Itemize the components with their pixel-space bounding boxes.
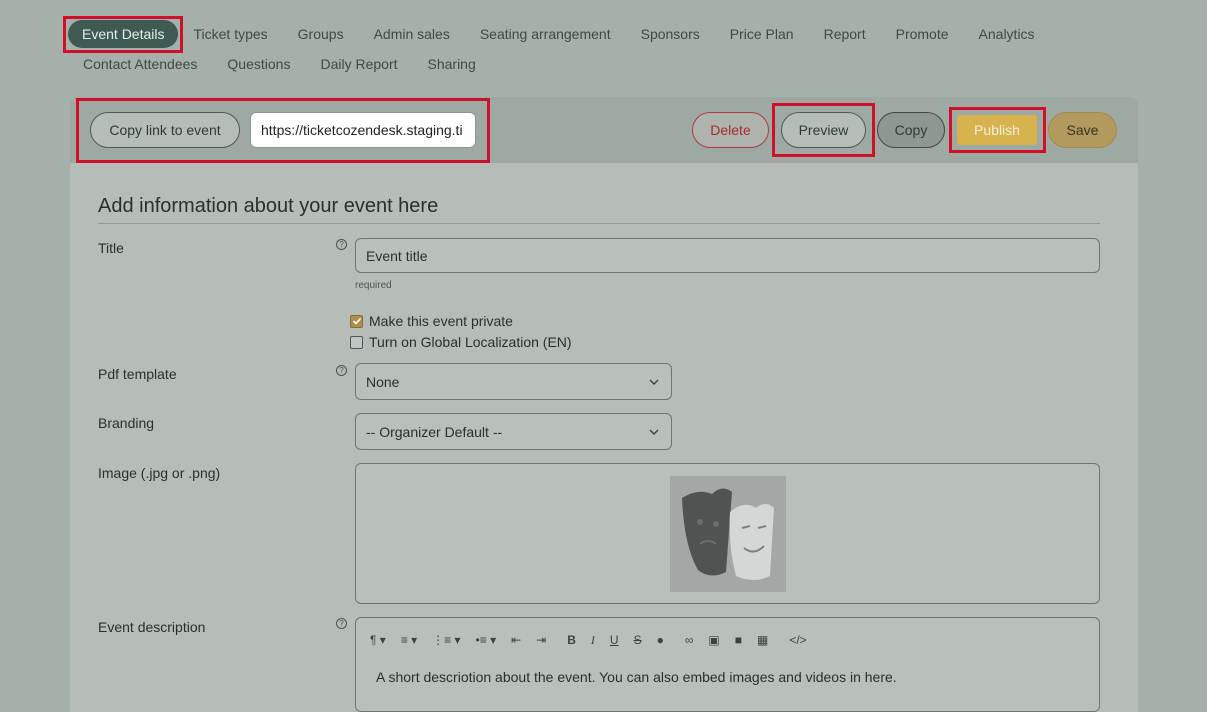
description-editor[interactable]: ¶ ▾ ≡ ▾ ⋮≡ ▾ •≡ ▾ ⇤ ⇥ B I U S ● ∞ ▣ ■ ▦ … [355,617,1100,712]
align-icon[interactable]: ≡ ▾ [401,633,417,647]
underline-icon[interactable]: U [610,633,619,647]
strikethrough-icon[interactable]: S [634,633,642,647]
tab-report[interactable]: Report [809,20,881,48]
title-label: Title [98,240,124,256]
tab-admin-sales[interactable]: Admin sales [359,20,465,48]
image-upload-area[interactable] [355,463,1100,604]
private-checkbox[interactable] [350,314,363,328]
event-form-panel: Copy link to event https://ticketcozende… [70,97,1138,712]
copy-link-button[interactable]: Copy link to event [90,112,240,148]
title-input[interactable]: Event title [355,238,1100,273]
paragraph-icon[interactable]: ¶ ▾ [370,633,386,647]
event-image-thumbnail [670,476,786,592]
tab-analytics[interactable]: Analytics [964,20,1050,48]
image-label: Image (.jpg or .png) [98,465,221,481]
event-nav: Event Details Ticket types Groups Admin … [68,19,1168,79]
indent-icon[interactable]: ⇥ [536,633,546,647]
nav-row-2: Contact Attendees Questions Daily Report… [68,49,1168,79]
branding-label: Branding [98,415,155,431]
localization-checkbox[interactable] [350,335,363,349]
code-icon[interactable]: </> [789,633,806,647]
title-help-icon[interactable]: ? [336,239,347,250]
tab-sponsors[interactable]: Sponsors [626,20,715,48]
ordered-list-icon[interactable]: ⋮≡ ▾ [432,633,460,647]
delete-button[interactable]: Delete [692,112,769,148]
private-checkbox-row[interactable]: Make this event private [350,313,513,329]
tab-daily-report[interactable]: Daily Report [305,50,412,78]
link-icon[interactable]: ∞ [685,633,694,647]
event-link-field[interactable]: https://ticketcozendesk.staging.ti [250,112,476,148]
preview-button[interactable]: Preview [781,112,866,148]
video-icon[interactable]: ■ [735,633,742,647]
publish-button[interactable]: Publish [957,115,1037,145]
outdent-icon[interactable]: ⇤ [511,633,521,647]
bold-icon[interactable]: B [567,633,576,647]
nav-row-1: Event Details Ticket types Groups Admin … [68,19,1168,49]
description-label: Event description [98,619,206,635]
unordered-list-icon[interactable]: •≡ ▾ [476,633,497,647]
check-icon [352,317,361,325]
tab-seating-arrangement[interactable]: Seating arrangement [465,20,626,48]
chevron-down-icon [649,429,659,435]
tab-ticket-types[interactable]: Ticket types [178,20,282,48]
tab-price-plan[interactable]: Price Plan [715,20,809,48]
italic-icon[interactable]: I [591,633,595,648]
tab-questions[interactable]: Questions [212,50,305,78]
editor-toolbar: ¶ ▾ ≡ ▾ ⋮≡ ▾ •≡ ▾ ⇤ ⇥ B I U S ● ∞ ▣ ■ ▦ … [370,630,822,650]
branding-select[interactable]: -- Organizer Default -- [355,413,672,450]
image-icon[interactable]: ▣ [708,633,719,647]
localization-checkbox-row[interactable]: Turn on Global Localization (EN) [350,334,572,350]
tab-sharing[interactable]: Sharing [413,50,491,78]
tab-contact-attendees[interactable]: Contact Attendees [68,50,212,78]
private-label: Make this event private [369,313,513,329]
section-title: Add information about your event here [98,195,1100,224]
description-help-icon[interactable]: ? [336,618,347,629]
description-text: A short descriotion about the event. You… [376,669,897,685]
title-required-hint: required [355,280,392,291]
event-toolbar: Copy link to event https://ticketcozende… [70,97,1138,163]
pdf-template-label: Pdf template [98,366,177,382]
theater-masks-icon [670,476,786,592]
tab-event-details[interactable]: Event Details [68,20,179,48]
branding-value: -- Organizer Default -- [366,423,503,440]
table-icon[interactable]: ▦ [757,633,768,647]
tab-groups[interactable]: Groups [283,20,359,48]
color-icon[interactable]: ● [657,633,664,647]
localization-label: Turn on Global Localization (EN) [369,334,572,350]
pdf-template-value: None [366,373,400,390]
save-button[interactable]: Save [1048,112,1117,148]
chevron-down-icon [649,379,659,385]
tab-promote[interactable]: Promote [881,20,964,48]
pdf-template-help-icon[interactable]: ? [336,365,347,376]
pdf-template-select[interactable]: None [355,363,672,400]
copy-button[interactable]: Copy [877,112,945,148]
